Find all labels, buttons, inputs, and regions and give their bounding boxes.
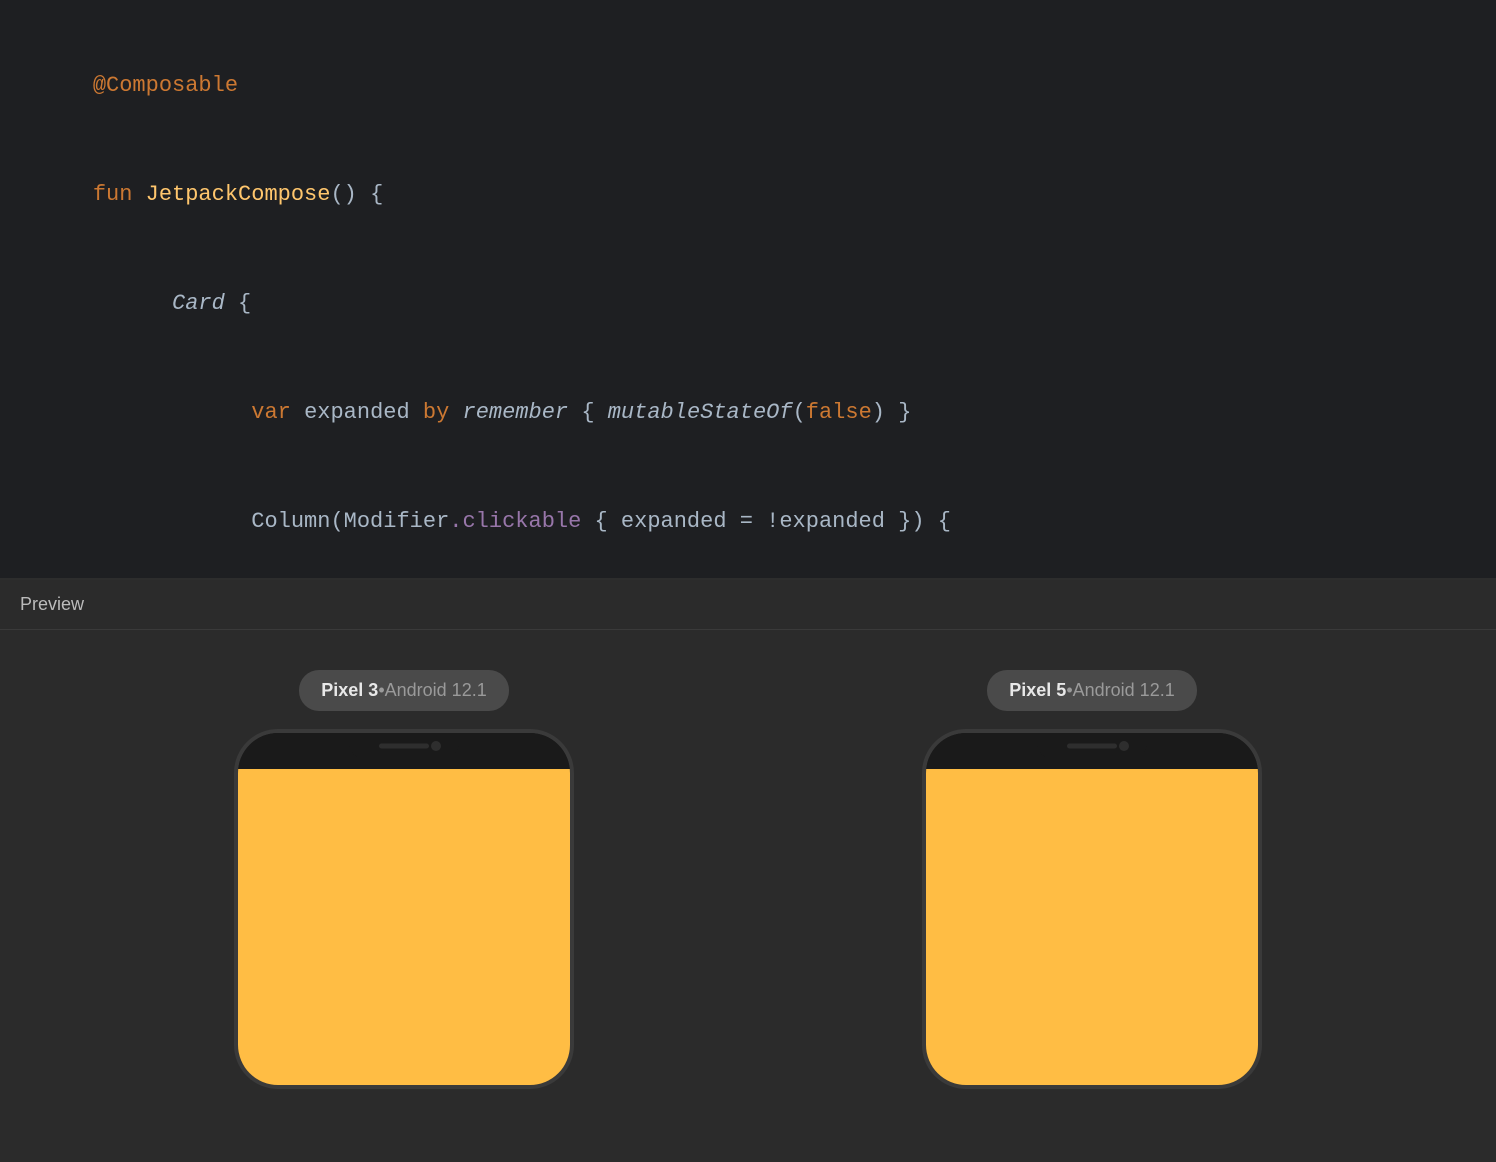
phone-top-bar-pixel5 [926, 733, 1258, 769]
device-pixel5-os: Android 12.1 [1073, 680, 1175, 701]
phone-side-btn-mute-p5 [922, 793, 925, 821]
device-pixel3-name: Pixel 3 [321, 680, 378, 701]
func-name: JetpackCompose [146, 182, 331, 207]
preview-content: Pixel 3 • Android 12.1 [0, 630, 1496, 1162]
preview-header: Preview [0, 580, 1496, 630]
phone-mockup-pixel5 [922, 729, 1262, 1089]
phone-side-btn-vol-down [234, 883, 237, 925]
device-pixel5-label: Pixel 5 • Android 12.1 [987, 670, 1196, 711]
phone-side-btn-power-p5 [1259, 833, 1262, 897]
phone-side-btn-vol-up [234, 831, 237, 873]
phone-side-btn-power [571, 833, 574, 897]
phone-side-btn-vol-down-p5 [922, 883, 925, 925]
phone-speaker-pixel5 [1067, 744, 1117, 749]
phone-top-bar-pixel3 [238, 733, 570, 769]
preview-section: Preview Pixel 3 • Android 12.1 [0, 580, 1496, 1162]
phone-speaker-pixel3 [379, 744, 429, 749]
code-line-2: fun JetpackCompose() { [40, 141, 1456, 250]
phone-notch-pixel5 [1037, 733, 1147, 759]
device-pixel3-os: Android 12.1 [385, 680, 487, 701]
code-line-1: @Composable [40, 32, 1456, 141]
device-pixel3-label: Pixel 3 • Android 12.1 [299, 670, 508, 711]
phone-side-btn-mute [234, 793, 237, 821]
device-pixel5: Pixel 5 • Android 12.1 [922, 670, 1262, 1089]
phone-side-btn-vol-up-p5 [922, 831, 925, 873]
code-line-5: Column(Modifier.clickable { expanded = !… [40, 468, 1456, 577]
phone-notch-pixel3 [349, 733, 459, 759]
keyword-fun: fun [93, 182, 146, 207]
device-pixel5-name: Pixel 5 [1009, 680, 1066, 701]
code-line-3: Card { [40, 250, 1456, 359]
phone-camera-pixel3 [431, 741, 441, 751]
phone-screen-pixel3 [238, 769, 570, 1085]
device-pixel3: Pixel 3 • Android 12.1 [234, 670, 574, 1089]
preview-title: Preview [20, 594, 84, 614]
phone-screen-pixel5 [926, 769, 1258, 1085]
phone-camera-pixel5 [1119, 741, 1129, 751]
phone-mockup-pixel3 [234, 729, 574, 1089]
code-editor: @Composable fun JetpackCompose() { Card … [0, 0, 1496, 580]
code-line-4: var expanded by remember { mutableStateO… [40, 359, 1456, 468]
annotation-composable: @Composable [93, 73, 238, 98]
